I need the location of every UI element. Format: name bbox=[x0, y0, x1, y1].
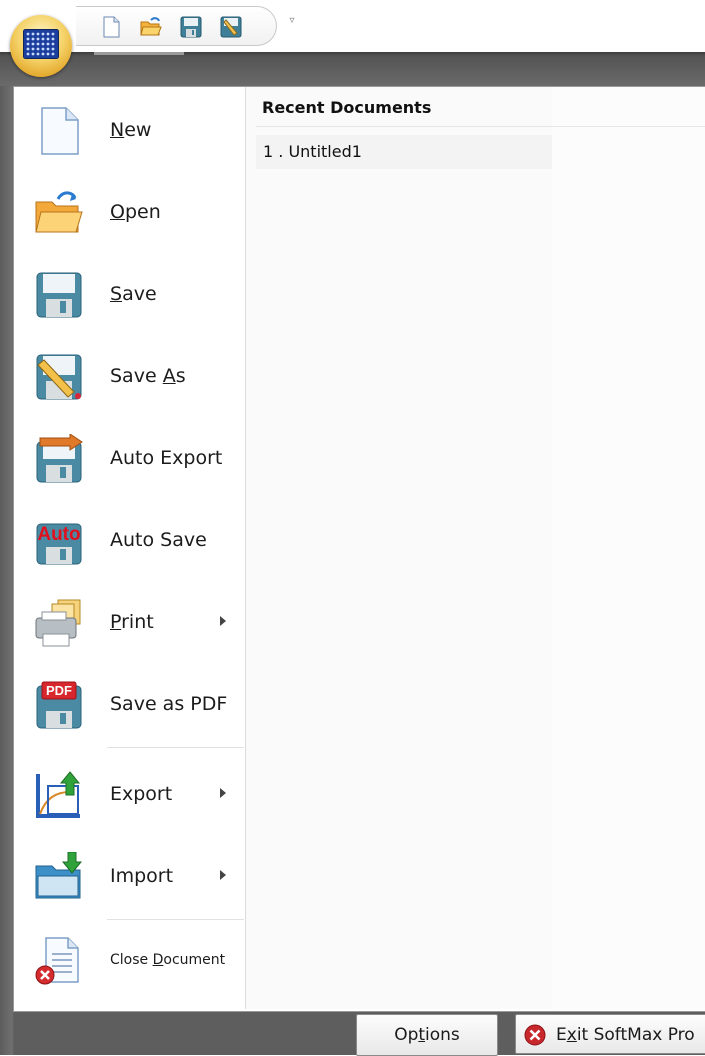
menu-item-save-as[interactable]: Save As bbox=[14, 336, 245, 416]
save-icon[interactable] bbox=[180, 16, 202, 38]
auto-save-icon: Auto bbox=[36, 523, 82, 565]
menu-item-close-document[interactable]: Close Document bbox=[14, 920, 245, 1000]
menu-item-save[interactable]: Save bbox=[14, 254, 245, 334]
print-icon bbox=[35, 599, 81, 647]
exit-button[interactable]: Exit SoftMax Pro bbox=[515, 1014, 705, 1054]
exit-icon bbox=[524, 1024, 546, 1046]
recent-documents-pane bbox=[246, 87, 705, 1009]
open-folder-icon bbox=[35, 191, 83, 233]
application-button[interactable] bbox=[10, 15, 72, 77]
menu-item-auto-export[interactable]: Auto Export bbox=[14, 418, 245, 498]
recent-documents-title: Recent Documents bbox=[262, 98, 432, 117]
menu-item-export[interactable]: Export bbox=[14, 754, 245, 834]
close-document-icon bbox=[35, 937, 79, 985]
menu-item-open[interactable]: Open bbox=[14, 172, 245, 252]
menu-item-auto-save[interactable]: Auto Auto Save bbox=[14, 500, 245, 580]
submenu-arrow-icon bbox=[220, 616, 226, 626]
import-folder-icon bbox=[35, 852, 83, 899]
menu-item-save-as-pdf[interactable]: PDF Save as PDF bbox=[14, 664, 245, 744]
options-button[interactable]: Options bbox=[356, 1014, 498, 1056]
export-chart-icon bbox=[36, 771, 81, 818]
new-document-icon bbox=[41, 107, 79, 155]
new-icon[interactable] bbox=[100, 16, 122, 38]
menu-item-new[interactable]: New bbox=[14, 90, 245, 170]
svg-text:Auto: Auto bbox=[37, 524, 80, 545]
save-as-icon bbox=[36, 354, 82, 400]
auto-export-icon bbox=[36, 434, 83, 483]
save-as-icon[interactable] bbox=[220, 16, 242, 38]
quick-access-toolbar bbox=[76, 6, 277, 46]
save-disk-icon bbox=[36, 272, 82, 318]
menu-separator bbox=[107, 747, 244, 748]
qat-customize-icon[interactable]: ▿ bbox=[286, 14, 298, 28]
save-pdf-icon: PDF bbox=[36, 681, 82, 729]
submenu-arrow-icon bbox=[220, 788, 226, 798]
open-icon[interactable] bbox=[140, 16, 162, 38]
submenu-arrow-icon bbox=[220, 870, 226, 880]
menu-item-print[interactable]: Print bbox=[14, 582, 245, 662]
recent-document-item[interactable]: 1 . Untitled1 bbox=[256, 135, 552, 169]
plate-grid-icon bbox=[23, 29, 59, 59]
recent-documents-divider bbox=[256, 126, 705, 127]
svg-text:PDF: PDF bbox=[46, 683, 72, 698]
ribbon-band bbox=[0, 52, 705, 86]
menu-item-import[interactable]: Import bbox=[14, 836, 245, 916]
